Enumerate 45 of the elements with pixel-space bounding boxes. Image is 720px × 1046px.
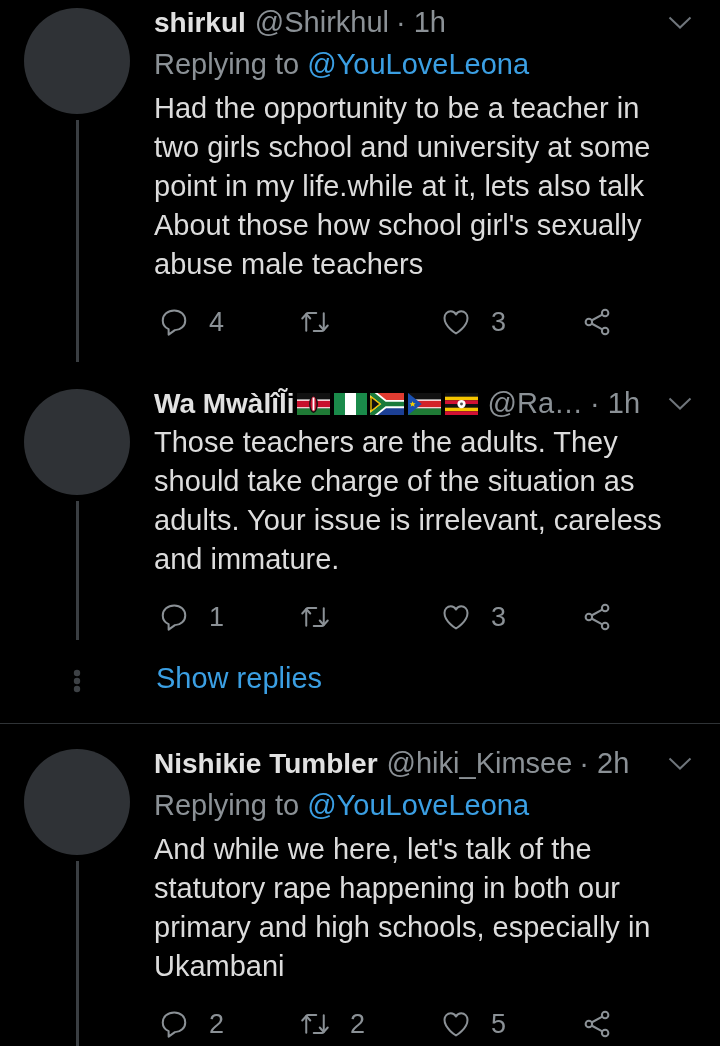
like-button[interactable]: 3 bbox=[441, 602, 507, 632]
speech-bubble-icon bbox=[159, 307, 189, 337]
retweet-button[interactable]: 2 bbox=[300, 1009, 366, 1039]
reply-button[interactable]: 2 bbox=[159, 1009, 225, 1039]
share-icon bbox=[582, 602, 612, 632]
share-icon bbox=[582, 1009, 612, 1039]
share-button[interactable] bbox=[582, 307, 612, 337]
flag-icon bbox=[406, 392, 442, 415]
replying-to-text: Replying to @YouLoveLeona bbox=[154, 788, 531, 823]
like-button[interactable]: 3 bbox=[441, 307, 507, 337]
flag-icon bbox=[332, 392, 368, 415]
like-button[interactable]: 5 bbox=[441, 1009, 507, 1039]
share-icon bbox=[582, 307, 612, 337]
caret-icon[interactable] bbox=[668, 397, 692, 410]
display-name: Wa Mwàlîl̃i bbox=[154, 387, 295, 420]
caret-icon[interactable] bbox=[668, 16, 692, 29]
display-name: shirkul bbox=[154, 6, 246, 39]
flag-icon bbox=[369, 392, 405, 415]
speech-bubble-icon bbox=[159, 1009, 189, 1039]
caret-icon[interactable] bbox=[668, 757, 692, 770]
show-replies-link[interactable]: Show replies bbox=[156, 659, 323, 698]
share-button[interactable] bbox=[582, 1009, 612, 1039]
timestamp: · 1h bbox=[396, 6, 446, 39]
tweet-text: And while we here, let's talk of the statutory rape happening in both our primary and high schools, especially in Ukambani bbox=[154, 832, 652, 984]
share-button[interactable] bbox=[582, 602, 612, 632]
username: @Ra… bbox=[487, 387, 584, 420]
tweet-text: Those teachers are the adults. They should take charge of the situation as adults. Your issue is irrelevant, careless and immature. bbox=[154, 425, 663, 577]
heart-icon bbox=[441, 1009, 471, 1039]
reply-button[interactable]: 4 bbox=[159, 307, 225, 337]
heart-icon bbox=[441, 602, 471, 632]
mention-link[interactable]: @YouLoveLeona bbox=[307, 789, 530, 821]
display-name: Nishikie Tumbler bbox=[154, 747, 378, 780]
username: @hiki_Kimsee bbox=[386, 747, 573, 780]
flag-icon bbox=[443, 392, 479, 415]
tweet-text: Had the opportunity to be a teacher in two girls school and university at some point in my life.while at it, lets also talk About those how school girl's sexually abuse male teachers bbox=[154, 91, 652, 282]
heart-icon bbox=[441, 307, 471, 337]
timestamp: · 2h bbox=[579, 747, 630, 780]
reply-button[interactable]: 1 bbox=[159, 602, 225, 632]
flag-icon bbox=[295, 392, 331, 415]
speech-bubble-icon bbox=[159, 602, 189, 632]
timestamp: · 1h bbox=[590, 387, 641, 420]
username: @Shirkhul bbox=[254, 6, 390, 39]
vertical-ellipsis-icon bbox=[73, 669, 81, 693]
mention-link[interactable]: @YouLoveLeona bbox=[307, 48, 530, 80]
replying-to-text: Replying to @YouLoveLeona bbox=[154, 47, 531, 82]
